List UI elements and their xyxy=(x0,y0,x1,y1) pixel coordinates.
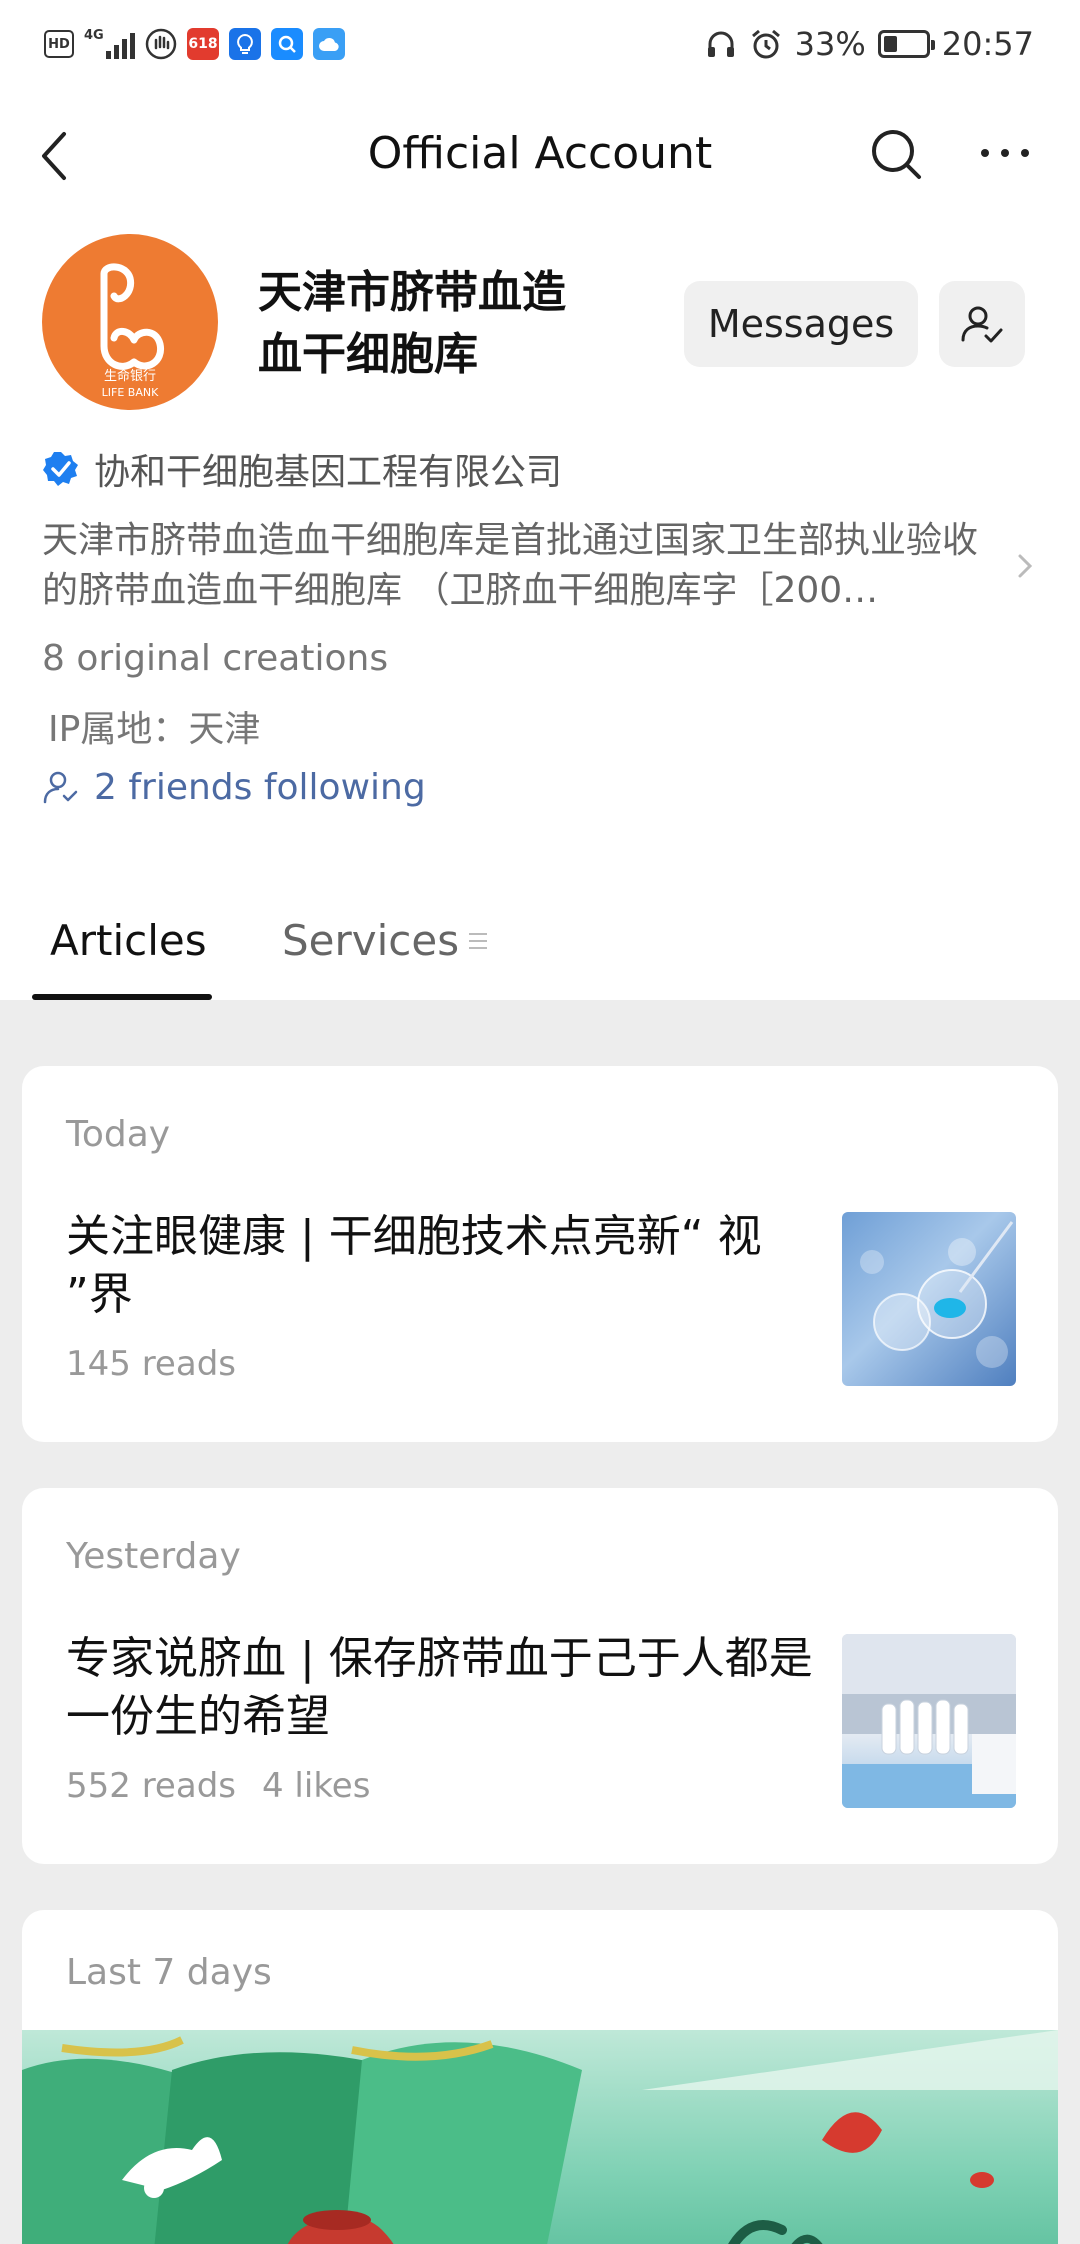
tab-services[interactable]: Services xyxy=(282,916,488,965)
tab-bar: Articles Services xyxy=(0,880,1080,1000)
alarm-icon xyxy=(751,29,780,59)
search-app-icon xyxy=(271,28,303,60)
article-date: Last 7 days xyxy=(66,1952,272,1993)
nav-bar: Official Account xyxy=(0,88,1080,218)
battery-icon xyxy=(877,30,935,58)
person-check-icon xyxy=(961,306,1003,343)
verified-company[interactable]: 协和干细胞基因工程有限公司 xyxy=(42,444,562,494)
hd-icon: HD xyxy=(44,30,74,58)
chevron-right-icon[interactable] xyxy=(1014,548,1038,584)
article-reads: 552 reads xyxy=(66,1766,236,1806)
hand-icon xyxy=(145,28,177,60)
article-stats: 552 reads 4 likes xyxy=(66,1766,370,1806)
article-stats: 145 reads xyxy=(66,1344,236,1384)
bulb-app-icon xyxy=(229,28,261,60)
friends-following-label: 2 friends following xyxy=(94,766,426,808)
headphones-icon xyxy=(707,31,734,57)
account-name-line2: 血干细胞库 xyxy=(258,329,478,380)
tab-articles[interactable]: Articles xyxy=(50,916,207,965)
zongzi-illustration xyxy=(22,2030,1058,2244)
article-date: Today xyxy=(66,1114,171,1155)
article-title[interactable]: 关注眼健康 | 干细胞技术点亮新“ 视 ”界 xyxy=(66,1208,826,1324)
article-thumbnail[interactable] xyxy=(842,1212,1016,1386)
verified-company-name: 协和干细胞基因工程有限公司 xyxy=(94,452,563,493)
lab-staff-image xyxy=(842,1634,1016,1808)
verified-badge-icon xyxy=(43,452,78,486)
life-bank-logo: 生命银行 LIFE BANK xyxy=(100,263,165,399)
search-icon[interactable] xyxy=(866,124,926,184)
article-reads: 145 reads xyxy=(66,1344,236,1384)
article-cover-image[interactable] xyxy=(22,2030,1058,2244)
follow-button[interactable] xyxy=(939,281,1025,367)
tab-services-label: Services xyxy=(282,916,460,965)
status-bar: HD 4G 618 33% 20:57 xyxy=(0,0,1080,88)
molecule-image xyxy=(860,1221,1014,1368)
article-title[interactable]: 专家说脐血 | 保存脐带血于己于人都是一份生的希望 xyxy=(66,1630,826,1746)
cloud-app-icon xyxy=(313,28,345,60)
account-name: 天津市脐带血造 血干细胞库 xyxy=(258,262,598,386)
more-options-icon[interactable] xyxy=(975,128,1035,178)
4g-signal-icon: 4G xyxy=(84,29,135,59)
article-card[interactable]: Today 关注眼健康 | 干细胞技术点亮新“ 视 ”界 145 reads xyxy=(22,1066,1058,1442)
article-card[interactable]: Last 7 days xyxy=(22,1910,1058,2244)
account-avatar[interactable]: 生命银行 LIFE BANK xyxy=(42,234,218,410)
clock-time: 20:57 xyxy=(941,25,1034,63)
messages-button[interactable]: Messages xyxy=(684,281,918,367)
battery-percent: 33% xyxy=(794,25,866,63)
svg-text:生命银行: 生命银行 xyxy=(104,368,156,384)
friend-person-icon xyxy=(43,771,78,804)
article-thumbnail[interactable] xyxy=(842,1634,1016,1808)
original-creations-count: 8 original creations xyxy=(42,638,389,679)
article-date: Yesterday xyxy=(66,1536,241,1577)
article-card[interactable]: Yesterday 专家说脐血 | 保存脐带血于己于人都是一份生的希望 552 … xyxy=(22,1488,1058,1864)
status-icons-left: HD 4G 618 xyxy=(44,24,345,64)
status-icons-right: 33% 20:57 xyxy=(705,22,1034,66)
friends-following[interactable]: 2 friends following xyxy=(42,762,426,812)
account-description[interactable]: 天津市脐带血造血干细胞库是首批通过国家卫生部执业验收的脐带血造血干细胞库 （卫脐… xyxy=(42,516,1012,616)
services-menu-icon xyxy=(469,931,488,951)
618-app-icon: 618 xyxy=(187,28,219,60)
tab-active-indicator xyxy=(32,994,212,1000)
svg-text:LIFE BANK: LIFE BANK xyxy=(102,386,159,399)
account-name-line1: 天津市脐带血造 xyxy=(258,267,566,318)
ip-location: IP属地：天津 xyxy=(48,709,261,750)
article-likes: 4 likes xyxy=(261,1766,371,1806)
